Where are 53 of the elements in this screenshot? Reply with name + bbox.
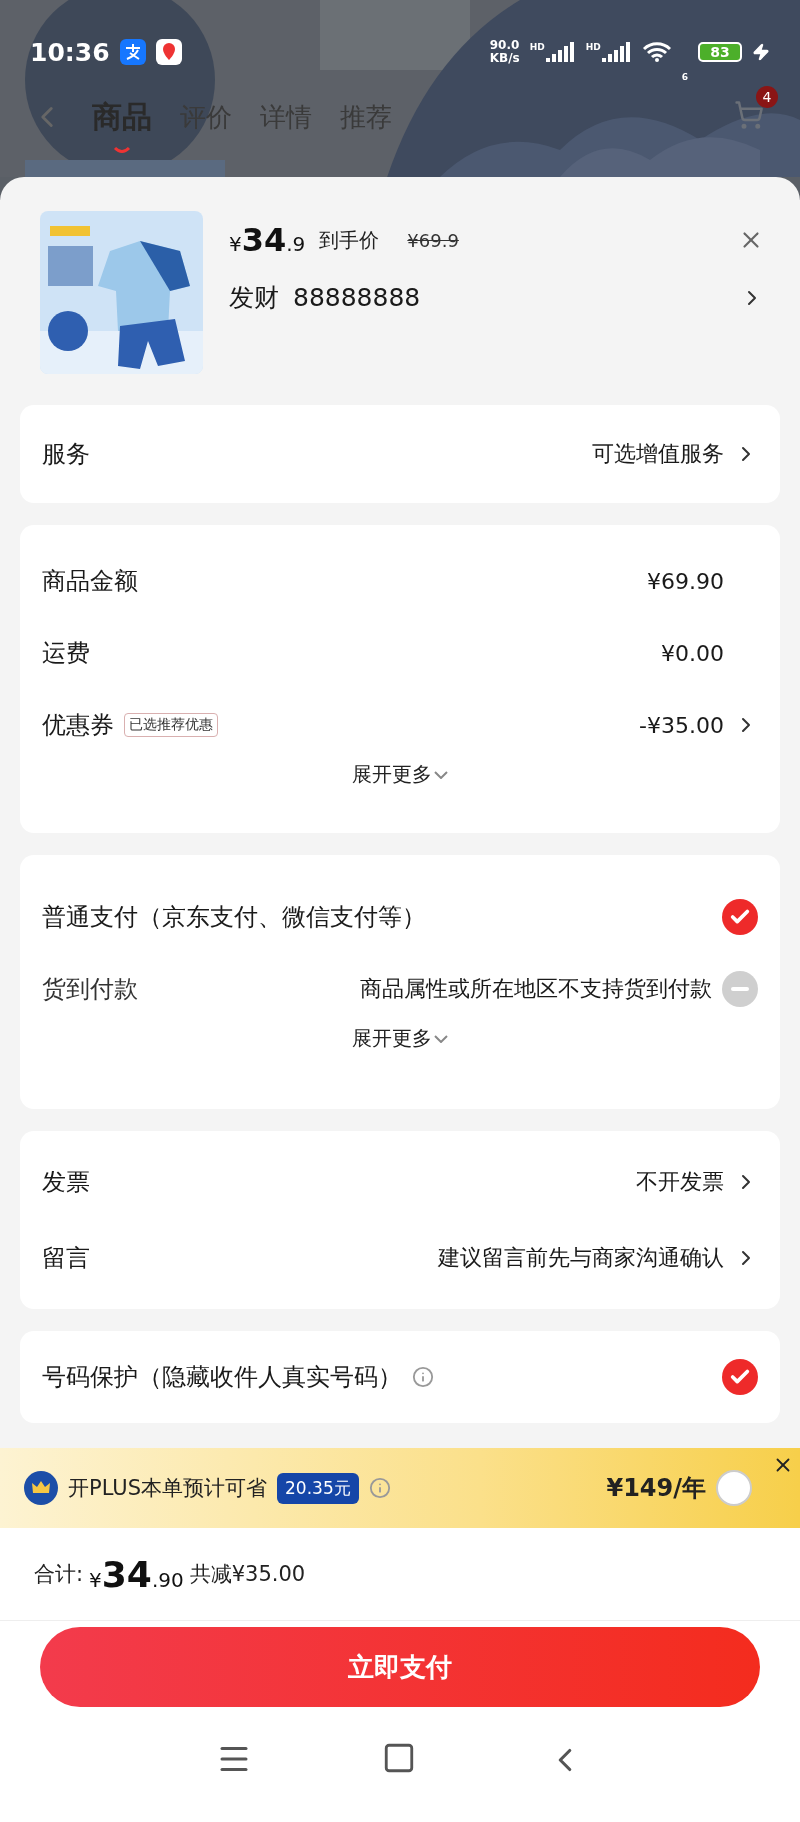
app-icon <box>119 39 146 65</box>
clock: 10:36 <box>30 37 110 67</box>
row-label: 运费 <box>42 638 90 669</box>
chevron-down-icon <box>434 1034 448 1043</box>
checkbox[interactable] <box>722 899 758 935</box>
payment-option[interactable]: 普通支付（京东支付、微信支付等） <box>42 901 426 933</box>
spec-value: 88888888 <box>293 283 421 312</box>
wifi-label: 6 <box>681 72 688 82</box>
battery-icon: 83 <box>698 42 742 62</box>
home-icon[interactable] <box>382 1741 416 1775</box>
pay-button[interactable]: 立即支付 <box>40 1627 760 1707</box>
payment-note: 商品属性或所在地区不支持货到付款 <box>360 975 712 1003</box>
checkbox[interactable] <box>722 1359 758 1395</box>
original-price: ¥69.9 <box>407 229 459 251</box>
row-label: 优惠券 <box>42 710 114 741</box>
map-app-icon <box>155 39 182 65</box>
checkbox[interactable] <box>716 1470 752 1506</box>
minus-icon <box>731 987 749 991</box>
row-label: 号码保护（隐藏收件人真实号码） <box>42 1362 402 1393</box>
row-value[interactable]: 不开发票 <box>636 1167 724 1197</box>
total-label: 合计: <box>34 1561 84 1588</box>
wifi-icon <box>641 41 672 63</box>
chevron-down-icon <box>434 770 448 779</box>
expand-more-link[interactable]: 展开更多 <box>352 1025 448 1052</box>
row-label: 服务 <box>42 439 90 470</box>
plus-text: 开PLUS本单预计可省 <box>68 1475 268 1502</box>
coupon-tag: 已选推荐优惠 <box>124 713 218 737</box>
total-price: ¥34.90 <box>89 1553 184 1595</box>
expand-more-link[interactable]: 展开更多 <box>352 761 448 788</box>
row-value: ¥69.90 <box>647 568 724 594</box>
speed-unit: KB/s <box>489 52 520 65</box>
row-value: ¥0.00 <box>661 640 724 666</box>
signal-icon <box>545 42 576 62</box>
row-label: 商品金额 <box>42 566 138 597</box>
crown-icon <box>24 1471 58 1505</box>
row-label: 发票 <box>42 1167 90 1198</box>
network-speed: 90.0 <box>489 39 520 52</box>
signal-icon <box>601 42 632 62</box>
info-icon[interactable] <box>412 1366 434 1388</box>
hd-label: HD <box>529 42 545 52</box>
final-price: ¥34.9 <box>229 221 306 259</box>
row-value[interactable]: 建议留言前先与商家沟通确认 <box>438 1243 724 1273</box>
row-label: 留言 <box>42 1243 90 1274</box>
spec-name: 发财 <box>229 282 279 314</box>
price-label: 到手价 <box>319 226 380 254</box>
hd-label: HD <box>585 42 601 52</box>
saving-badge: 20.35元 <box>277 1472 359 1504</box>
selected-indicator-icon <box>113 145 131 154</box>
charging-icon <box>752 43 770 61</box>
row-value[interactable]: 可选增值服务 <box>592 439 724 469</box>
row-value: -¥35.00 <box>639 712 724 738</box>
discount-total: 共减¥35.00 <box>189 1561 306 1588</box>
plus-price: ¥149/年 <box>606 1473 706 1504</box>
